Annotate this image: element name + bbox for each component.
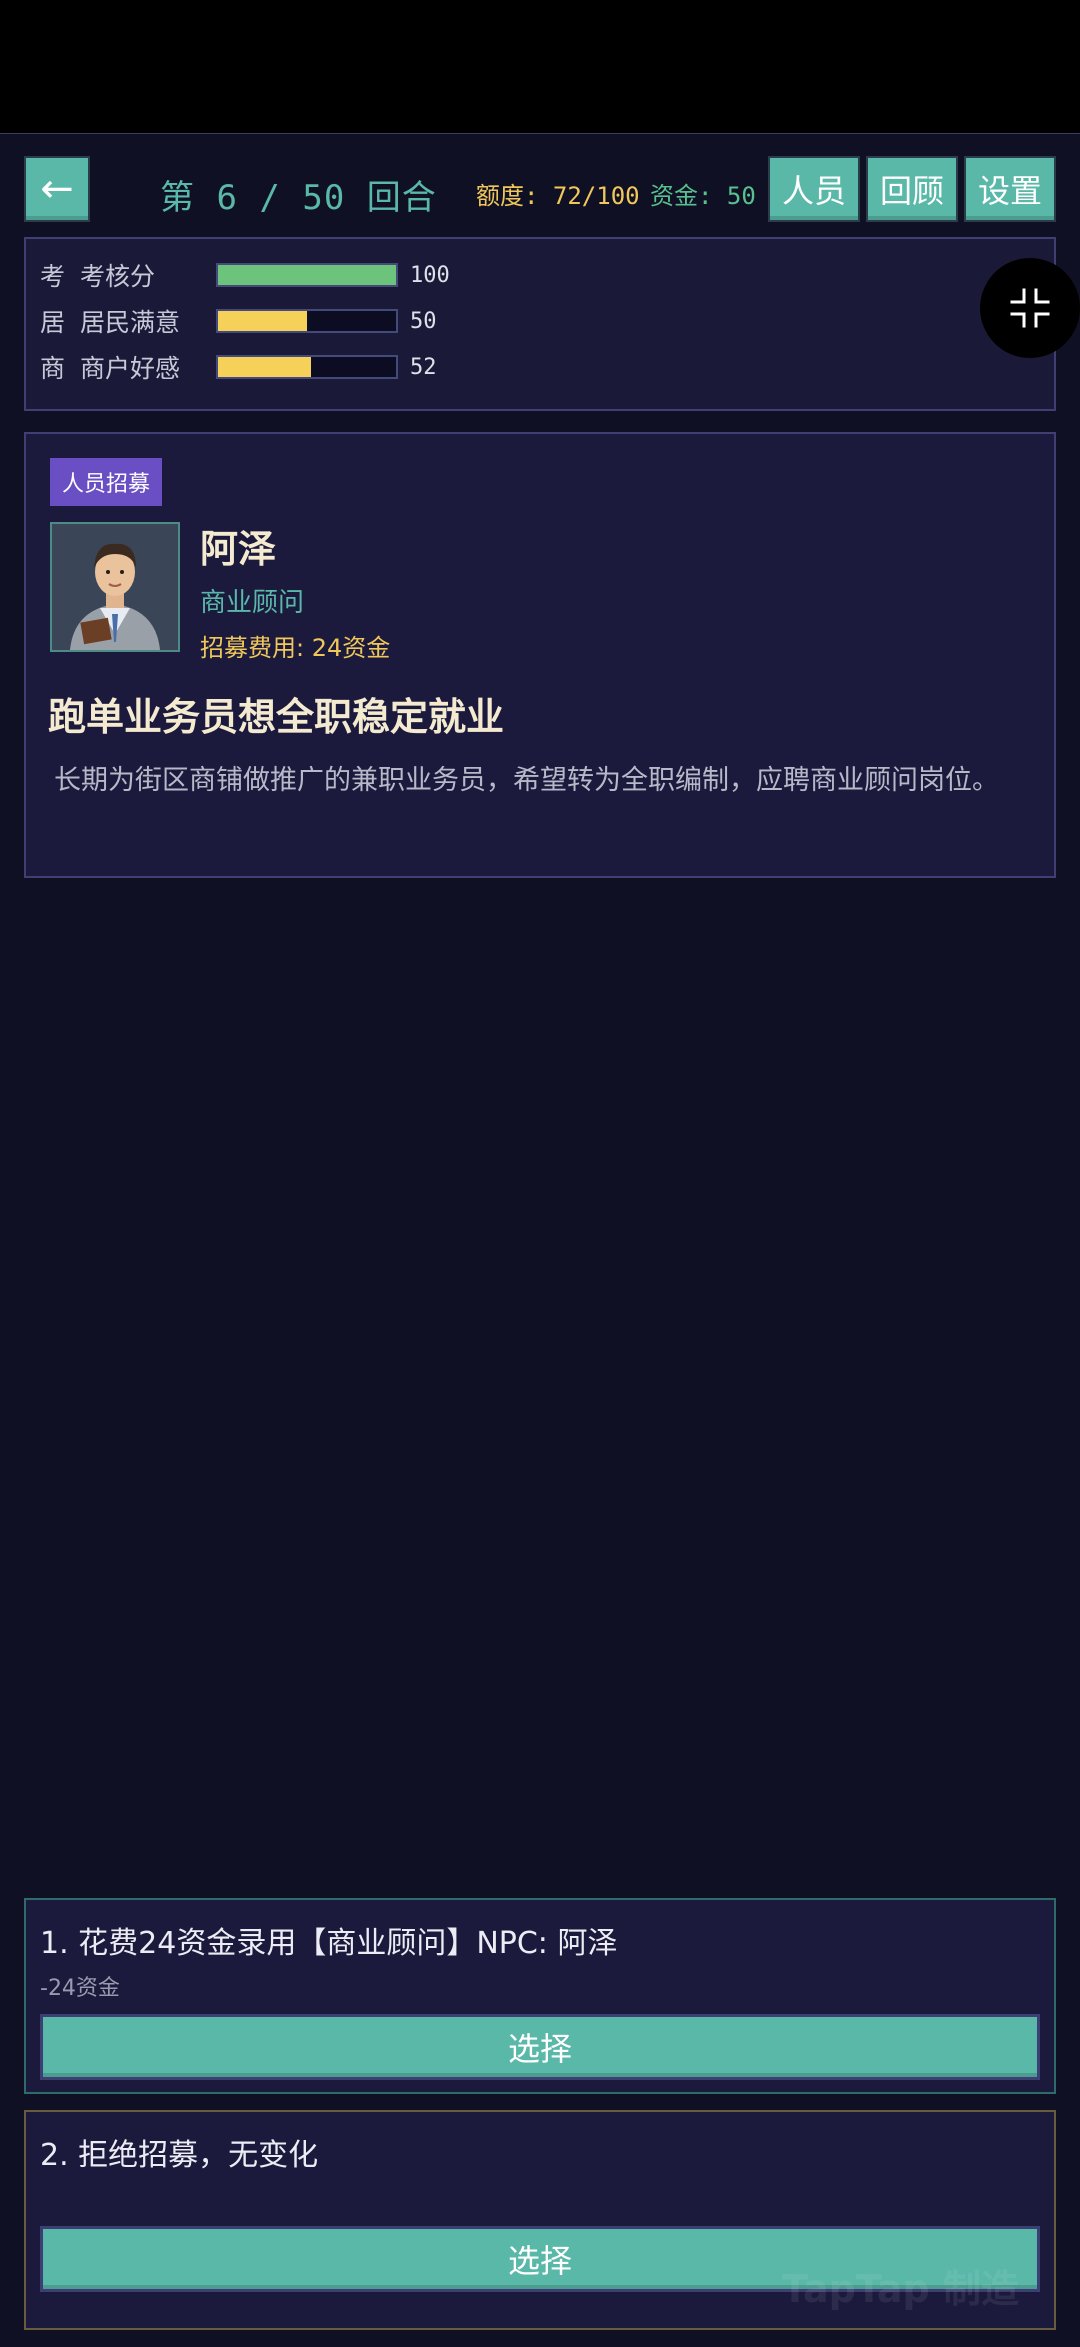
stat-label: 考核分 <box>80 262 156 291</box>
stat-label: 居民满意 <box>80 308 181 337</box>
stat-value: 50 <box>410 308 437 334</box>
quota-readout: 额度: 72/100 <box>476 182 640 210</box>
select-button[interactable]: 选择 <box>40 2014 1040 2080</box>
collapse-button[interactable] <box>980 258 1080 358</box>
status-bar <box>0 0 1080 133</box>
stat-label: 商户好感 <box>80 354 181 383</box>
event-description: 长期为街区商铺做推广的兼职业务员，希望转为全职编制，应聘商业顾问岗位。 <box>54 765 999 796</box>
taptap-watermark: TapTap 制造 <box>782 2267 1019 2311</box>
choice-option-1: 1. 花费24资金录用【商业顾问】NPC: 阿泽 -24资金 选择 <box>24 1898 1056 2094</box>
choice-text: 1. 花费24资金录用【商业顾问】NPC: 阿泽 <box>40 1926 618 1961</box>
recruit-cost: 招募费用: 24资金 <box>200 634 391 662</box>
review-button[interactable]: 回顾 <box>866 156 958 222</box>
stat-row-residents: 居 居民满意 50 <box>40 303 437 339</box>
arrow-left-icon: ← <box>40 166 74 212</box>
npc-portrait <box>52 524 178 650</box>
event-type-badge: 人员招募 <box>50 458 163 506</box>
collapse-icon <box>1010 288 1050 328</box>
back-button[interactable]: ← <box>24 156 90 222</box>
stat-bar-fill <box>218 357 311 377</box>
choice-text: 2. 拒绝招募，无变化 <box>40 2138 319 2173</box>
stat-bar-fill <box>218 311 307 331</box>
stat-bar <box>216 263 398 287</box>
stat-short-label: 居 <box>40 308 66 337</box>
round-counter: 第 6 / 50 回合 <box>160 178 437 218</box>
event-title: 跑单业务员想全职稳定就业 <box>48 695 505 739</box>
avatar <box>50 522 180 652</box>
event-card: 人员招募 阿泽 商业顾问 招募费用: 24资金 跑单业务员想全职稳定就业 长期为… <box>24 432 1056 878</box>
stat-short-label: 商 <box>40 354 66 383</box>
npc-role: 商业顾问 <box>200 588 305 618</box>
funds-readout: 资金: 50 <box>650 182 756 210</box>
choice-effect: -24资金 <box>40 1976 120 2001</box>
stat-bar <box>216 309 398 333</box>
stat-row-merchants: 商 商户好感 52 <box>40 349 437 385</box>
stat-row-score: 考 考核分 100 <box>40 257 450 293</box>
stat-short-label: 考 <box>40 262 66 291</box>
stat-bar <box>216 355 398 379</box>
stats-panel: 考 考核分 100 居 居民满意 50 商 商户好感 52 <box>24 237 1056 411</box>
stat-value: 100 <box>410 262 450 288</box>
settings-button[interactable]: 设置 <box>964 156 1056 222</box>
stat-value: 52 <box>410 354 437 380</box>
game-header: ← 第 6 / 50 回合 额度: 72/100 资金: 50 人员 回顾 设置 <box>0 133 1080 240</box>
stat-bar-fill <box>218 265 396 285</box>
npc-name: 阿泽 <box>200 527 277 571</box>
staff-button[interactable]: 人员 <box>768 156 860 222</box>
